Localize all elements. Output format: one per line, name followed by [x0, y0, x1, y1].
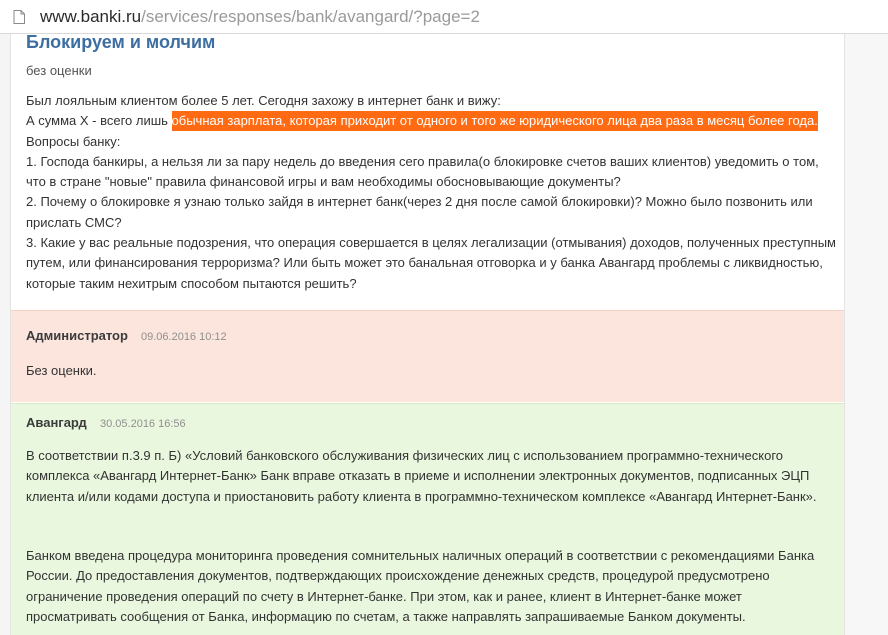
response-date: 09.06.2016 10:12 [141, 331, 227, 343]
review-rating: без оценки [26, 63, 92, 78]
review-line: Вопросы банку: [26, 133, 121, 149]
review-title[interactable]: Блокируем и молчим [26, 34, 215, 53]
review-question-2: 2. Почему о блокировке я узнаю только за… [26, 194, 813, 230]
url-path: /services/responses/bank/avangard/?page=… [141, 7, 480, 26]
url-host: www.banki.ru [40, 7, 142, 26]
review-body: Был лояльным клиентом более 5 лет. Сегод… [26, 91, 836, 294]
url-text[interactable]: www.banki.ru/services/responses/bank/ava… [40, 7, 480, 27]
review-line: Был лояльным клиентом более 5 лет. Сегод… [26, 93, 501, 108]
address-bar[interactable]: www.banki.ru/services/responses/bank/ava… [0, 0, 888, 34]
bank-response: Авангард 30.05.2016 16:56 В соответствии… [11, 403, 844, 635]
right-margin [845, 34, 888, 635]
selected-text-highlight[interactable]: обычная зарплата, которая приходит от од… [171, 111, 818, 132]
response-date: 30.05.2016 16:56 [100, 418, 186, 430]
admin-response: Администратор 09.06.2016 10:12 Без оценк… [11, 310, 844, 402]
page-content: Блокируем и молчим без оценки Был лояльн… [0, 34, 888, 635]
response-paragraph-2: Банком введена процедура мониторинга про… [26, 548, 815, 624]
page-icon [13, 10, 25, 24]
response-text: Без оценки. [26, 363, 97, 378]
review-line-highlighted: А сумма X - всего лишь обычная зарплата,… [26, 111, 836, 132]
review-line-prefix: А сумма X - всего лишь [26, 113, 172, 129]
responses-card: Блокируем и молчим без оценки Был лояльн… [10, 34, 845, 635]
review-question-1: 1. Господа банкиры, а нельзя ли за пару … [26, 153, 819, 190]
response-paragraph-1: В соответствии п.3.9 п. Б) «Условий банк… [26, 448, 817, 504]
review-block: Блокируем и молчим без оценки Был лояльн… [11, 34, 844, 309]
review-question-3: 3. Какие у вас реальные подозрения, что … [26, 235, 836, 291]
response-author: Администратор [26, 328, 128, 343]
response-author: Авангард [26, 415, 87, 430]
